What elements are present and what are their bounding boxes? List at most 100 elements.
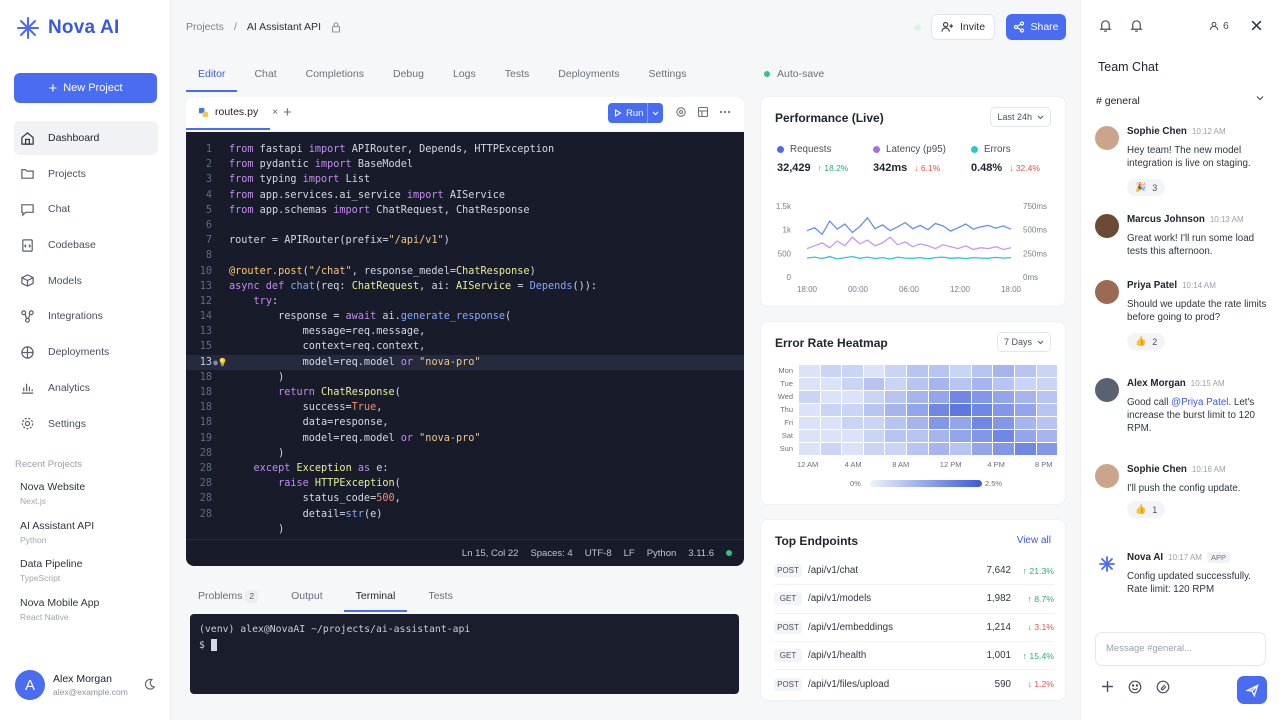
heatmap-cell[interactable]: [928, 391, 950, 403]
tab-terminal[interactable]: Terminal: [343, 580, 408, 612]
members-count[interactable]: 6: [1209, 20, 1229, 32]
heatmap-cell[interactable]: [1036, 430, 1058, 442]
tab-settings[interactable]: Settings: [637, 56, 699, 92]
message-input[interactable]: Message #general...: [1095, 632, 1266, 666]
heatmap-cell[interactable]: [971, 391, 993, 403]
heatmap-cell[interactable]: [1036, 378, 1058, 390]
heatmap-cell[interactable]: [820, 378, 842, 390]
heatmap-cell[interactable]: [885, 430, 906, 442]
heatmap-cell[interactable]: [950, 391, 971, 403]
heatmap-cell[interactable]: [820, 417, 842, 429]
heatmap-cell[interactable]: [863, 417, 885, 429]
heatmap-cell[interactable]: [885, 391, 906, 403]
heatmap-cell[interactable]: [993, 404, 1014, 416]
heatmap-cell[interactable]: [842, 391, 863, 403]
heatmap-cell[interactable]: [885, 378, 906, 390]
heatmap-cell[interactable]: [950, 404, 971, 416]
sidebar-item-integrations[interactable]: Integrations: [14, 299, 158, 333]
heatmap-cell[interactable]: [842, 430, 863, 442]
heatmap-cell[interactable]: [1014, 391, 1036, 403]
recent-project-item[interactable]: AI Assistant API Python: [20, 520, 160, 559]
heatmap-cell[interactable]: [863, 443, 885, 455]
heatmap-cell[interactable]: [842, 443, 863, 455]
reaction-badge[interactable]: 🎉 3: [1127, 179, 1166, 196]
avatar[interactable]: [1095, 464, 1119, 488]
new-project-button[interactable]: + New Project: [14, 73, 157, 103]
recent-project-item[interactable]: Nova Website Next.js: [20, 481, 160, 520]
heatmap-cell[interactable]: [842, 404, 863, 416]
heatmap-cell[interactable]: [906, 443, 928, 455]
table-row[interactable]: GET/api/v1/models 1,982 ↑ 8.7%: [774, 585, 1054, 614]
heatmap-cell[interactable]: [928, 443, 950, 455]
heatmap-cell[interactable]: [971, 430, 993, 442]
heatmap-cell[interactable]: [820, 391, 842, 403]
close-icon[interactable]: ×: [272, 107, 278, 118]
heatmap-cell[interactable]: [906, 430, 928, 442]
heatmap-cell[interactable]: [906, 378, 928, 390]
heatmap-cell[interactable]: [820, 404, 842, 416]
close-icon[interactable]: [1250, 19, 1263, 32]
heatmap-cell[interactable]: [863, 365, 885, 377]
language-mode[interactable]: Python: [647, 548, 677, 559]
python-version[interactable]: 3.11.6: [688, 548, 714, 559]
heatmap-cell[interactable]: [993, 378, 1014, 390]
heatmap-cell[interactable]: [1014, 378, 1036, 390]
plus-icon[interactable]: [1101, 680, 1114, 693]
debug-icon[interactable]: [675, 106, 687, 118]
sidebar-item-settings[interactable]: Settings: [14, 407, 158, 441]
heatmap-cell[interactable]: [799, 430, 820, 442]
heatmap-cell[interactable]: [1014, 443, 1036, 455]
avatar[interactable]: [1095, 378, 1119, 402]
heatmap-cell[interactable]: [993, 365, 1014, 377]
heatmap-cell[interactable]: [799, 365, 820, 377]
heatmap-cell[interactable]: [885, 404, 906, 416]
tab-chat[interactable]: Chat: [242, 56, 288, 92]
heatmap-cell[interactable]: [1014, 430, 1036, 442]
tab-output[interactable]: Output: [279, 580, 335, 612]
heatmap-cell[interactable]: [842, 417, 863, 429]
heatmap-cell[interactable]: [993, 443, 1014, 455]
heatmap-cell[interactable]: [842, 365, 863, 377]
notification-bell-icon[interactable]: [1129, 18, 1144, 33]
heatmap-cell[interactable]: [928, 404, 950, 416]
reaction-badge[interactable]: 👍 1: [1127, 501, 1166, 518]
tab-debug[interactable]: Debug: [381, 56, 436, 92]
heatmap-cell[interactable]: [906, 365, 928, 377]
split-view-icon[interactable]: [697, 106, 709, 118]
table-row[interactable]: POST/api/v1/chat 7,642 ↑ 21.3%: [774, 557, 1054, 586]
sidebar-item-dashboard[interactable]: Dashboard: [14, 121, 158, 155]
heatmap-cell[interactable]: [928, 430, 950, 442]
tab-tests[interactable]: Tests: [493, 56, 542, 92]
bell-icon[interactable]: [1098, 18, 1113, 33]
heatmap-cell[interactable]: [820, 430, 842, 442]
avatar[interactable]: [1095, 126, 1119, 150]
heatmap-cell[interactable]: [820, 365, 842, 377]
line-ending[interactable]: LF: [624, 548, 635, 559]
channel-selector[interactable]: # general: [1096, 95, 1264, 107]
heatmap-cell[interactable]: [928, 378, 950, 390]
emoji-icon[interactable]: [1128, 680, 1142, 694]
heatmap-cell[interactable]: [863, 391, 885, 403]
heatmap-cell[interactable]: [906, 391, 928, 403]
heatmap-cell[interactable]: [799, 378, 820, 390]
invite-button[interactable]: Invite: [931, 14, 995, 40]
heatmap-cell[interactable]: [971, 378, 993, 390]
heatmap-cell[interactable]: [1036, 443, 1058, 455]
table-row[interactable]: POST/api/v1/embeddings 1,214 ↓ 3.1%: [774, 614, 1054, 642]
file-tab-routes[interactable]: routes.py ×: [198, 106, 278, 118]
heatmap-cell[interactable]: [863, 430, 885, 442]
brand[interactable]: Nova AI: [16, 16, 119, 40]
heatmap-cell[interactable]: [1036, 391, 1058, 403]
terminal[interactable]: (venv) alex@NovaAI ~/projects/ai-assista…: [190, 614, 739, 694]
heatmap-cell[interactable]: [863, 378, 885, 390]
cursor-position[interactable]: Ln 15, Col 22: [462, 548, 519, 559]
range-dropdown[interactable]: Last 24h: [990, 107, 1051, 127]
heatmap-cell[interactable]: [950, 443, 971, 455]
heatmap-range-dropdown[interactable]: 7 Days: [996, 332, 1051, 352]
tab-tests-panel[interactable]: Tests: [416, 580, 465, 612]
heatmap-cell[interactable]: [799, 443, 820, 455]
sidebar-item-codebase[interactable]: Codebase: [14, 228, 158, 262]
heatmap-cell[interactable]: [1014, 365, 1036, 377]
tab-problems[interactable]: Problems 2: [186, 580, 270, 612]
add-file-tab-button[interactable]: +: [283, 104, 292, 121]
